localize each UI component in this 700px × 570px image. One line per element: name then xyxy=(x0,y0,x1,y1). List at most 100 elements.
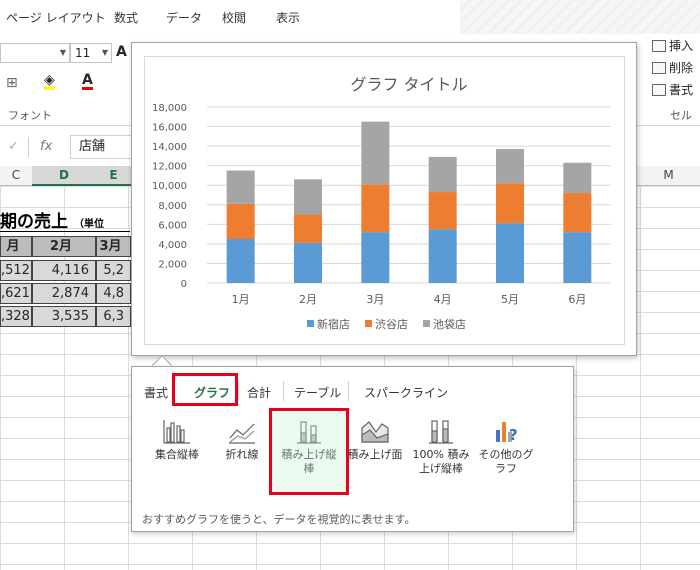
borders-icon[interactable]: ⊞ xyxy=(6,75,18,91)
table-cell[interactable]: 3,535 xyxy=(32,306,96,327)
tab-review[interactable]: 校閲 xyxy=(222,9,246,26)
table-header-cell[interactable]: 月 xyxy=(0,236,32,257)
font-size-dropdown[interactable]: 11 ▼ xyxy=(70,43,112,63)
bar-segment xyxy=(361,232,390,283)
x-tick-label: 6月 xyxy=(568,293,586,306)
tab-formulas[interactable]: 数式 xyxy=(114,9,138,26)
bar-segment xyxy=(496,149,524,184)
table-header-cell[interactable]: 3月 xyxy=(96,236,131,257)
insert-cells-label: 挿入 xyxy=(669,39,694,53)
bar-segment xyxy=(226,170,255,204)
ribbon-background-art xyxy=(460,0,700,34)
qa-tab-sparklines[interactable]: スパークライン xyxy=(364,384,448,401)
table-cell[interactable]: 5,2 xyxy=(96,260,131,281)
cells-group-label: セル xyxy=(670,109,692,122)
qa-line[interactable]: 折れ線 xyxy=(210,418,274,462)
column-header-c[interactable]: C xyxy=(0,166,32,186)
column-header-d[interactable]: D xyxy=(32,166,96,186)
column-header-e[interactable]: E xyxy=(96,166,131,186)
qa-tab-totals[interactable]: 合計 xyxy=(247,384,271,401)
sheet-title-text: 期の売上 xyxy=(0,212,68,232)
bar-segment xyxy=(428,192,457,230)
qa-item-label: 集合縦棒 xyxy=(155,448,199,461)
qa-clustered-column[interactable]: 集合縦棒 xyxy=(145,418,209,462)
qa-tab-format[interactable]: 書式 xyxy=(144,384,168,401)
bar-segment xyxy=(428,156,457,193)
y-tick-label: 12,000 xyxy=(152,162,187,173)
delete-cells-label: 削除 xyxy=(669,61,694,75)
bar-segment xyxy=(563,162,592,194)
tab-data[interactable]: データ xyxy=(166,9,202,26)
table-cell[interactable]: 2,874 xyxy=(32,283,96,304)
percent-stacked-column-icon xyxy=(429,420,453,444)
bar-segment xyxy=(294,179,322,215)
bar-segment xyxy=(563,232,592,283)
line-chart-icon xyxy=(229,423,255,444)
table-cell[interactable]: 6,3 xyxy=(96,306,131,327)
qa-item-label: 折れ線 xyxy=(225,448,259,461)
bar-segment xyxy=(294,214,322,243)
insert-function-icon[interactable]: fx xyxy=(40,139,52,154)
table-cell[interactable]: ,328 xyxy=(0,306,32,327)
insert-cells-icon xyxy=(652,39,666,52)
chevron-down-icon: ▼ xyxy=(59,48,66,57)
qa-tab-tables[interactable]: テーブル xyxy=(294,384,341,401)
highlight-charts-tab xyxy=(172,373,238,406)
font-name-dropdown[interactable]: ▼ xyxy=(0,43,70,63)
y-tick-label: 0 xyxy=(181,279,187,290)
highlight-stacked-column xyxy=(269,408,349,495)
column-header-m-label[interactable]: M xyxy=(637,166,700,186)
bar-segment xyxy=(428,229,457,283)
bar-segment xyxy=(226,203,255,239)
ribbon-tab-bar: ページ レイアウト 数式 データ 校閲 表示 xyxy=(0,0,700,34)
chart-area: グラフ タイトル 0 2,000 4,000 6,000 8,000 10,000 12,00… xyxy=(144,56,625,345)
sheet-title-note: （単位 xyxy=(74,219,104,230)
delete-cells-icon xyxy=(652,61,666,74)
qa-more-charts[interactable]: ? その他のグラフ xyxy=(474,418,538,476)
bar-segment xyxy=(294,242,322,283)
qa-item-label: 積み上げ面 xyxy=(347,448,403,461)
legend-swatch xyxy=(365,320,372,327)
table-header-cell[interactable]: 2月 xyxy=(32,236,96,257)
tab-view[interactable]: 表示 xyxy=(276,9,300,26)
table-cell[interactable]: ,512 xyxy=(0,260,32,281)
y-tick-label: 8,000 xyxy=(158,201,187,212)
bar-segment xyxy=(496,183,524,224)
bar-segment xyxy=(361,184,390,233)
format-cells-button[interactable]: 書式 xyxy=(652,81,693,98)
qa-stacked-area[interactable]: 積み上げ面 xyxy=(343,418,407,462)
format-cells-icon xyxy=(652,83,666,96)
formula-input[interactable]: 店舗 xyxy=(70,135,140,159)
delete-cells-button[interactable]: 削除 xyxy=(652,59,693,76)
separator xyxy=(28,137,29,157)
format-cells-label: 書式 xyxy=(669,83,694,97)
stacked-area-icon xyxy=(361,421,389,443)
y-tick-label: 16,000 xyxy=(152,123,187,134)
insert-cells-button[interactable]: 挿入 xyxy=(652,37,693,54)
font-color-icon[interactable]: A xyxy=(82,73,93,90)
y-tick-label: 2,000 xyxy=(158,259,187,270)
tab-page-layout[interactable]: ページ レイアウト xyxy=(6,9,106,26)
x-tick-label: 5月 xyxy=(501,293,519,306)
grow-font-icon[interactable]: A xyxy=(116,44,127,60)
y-tick-label: 10,000 xyxy=(152,181,187,192)
font-size-value: 11 xyxy=(75,46,91,60)
table-cell[interactable]: 4,8 xyxy=(96,283,131,304)
cancel-entry-icon[interactable]: ✓ xyxy=(8,139,19,154)
table-cell[interactable]: ,621 xyxy=(0,283,32,304)
more-charts-icon: ? xyxy=(496,422,518,444)
clustered-column-icon xyxy=(163,420,190,444)
separator xyxy=(348,381,349,401)
y-tick-label: 6,000 xyxy=(158,220,187,231)
legend-swatch xyxy=(423,320,430,327)
stacked-column-chart: グラフ タイトル 0 2,000 4,000 6,000 8,000 10,000 12,00… xyxy=(152,75,611,331)
sheet-title: 期の売上 （単位 xyxy=(0,207,104,232)
qa-percent-stacked-column[interactable]: 100% 積み上げ縦棒 xyxy=(409,418,473,476)
table-cell[interactable]: 4,116 xyxy=(32,260,96,281)
legend-swatch xyxy=(307,320,314,327)
fill-color-icon[interactable]: ◈ xyxy=(44,73,55,90)
legend-label: 渋谷店 xyxy=(375,317,408,331)
legend-label: 池袋店 xyxy=(433,317,466,331)
x-tick-label: 2月 xyxy=(299,293,317,306)
bar-segment xyxy=(563,193,592,233)
